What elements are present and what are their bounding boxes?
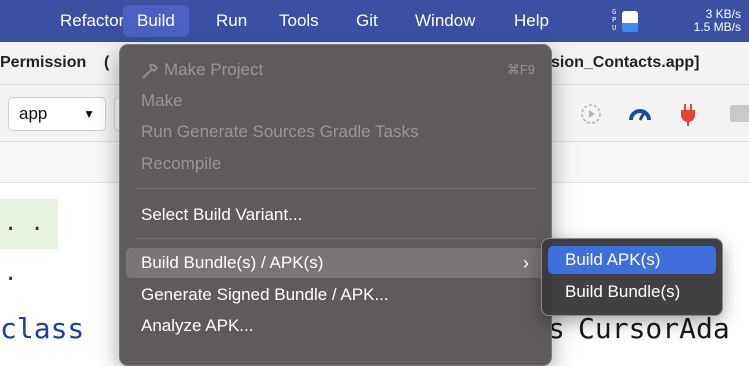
stop-icon[interactable] [730,97,749,129]
menu-refactor[interactable]: Refactor [60,0,124,42]
stop-icon-square [730,105,749,122]
menu-item-make[interactable]: Make [126,86,545,116]
hammer-icon [141,55,159,85]
menu-item-label: Select Build Variant... [141,205,303,224]
run-config-value: app [19,104,48,123]
window-title-left: Permission [0,54,87,71]
menu-item-select-build-variant[interactable]: Select Build Variant... [126,200,545,230]
run-config-selector[interactable]: app ▼ [8,97,106,131]
menu-separator [135,238,536,239]
apply-changes-icon[interactable] [674,97,702,129]
menu-item-label: Build Bundle(s) / APK(s) [141,253,324,272]
gpu-usage-fill [622,22,638,32]
menu-help[interactable]: Help [514,0,549,42]
menu-item-label: Recompile [141,154,222,173]
profiler-icon-svg [629,109,651,121]
debug-attach-icon[interactable] [577,97,605,129]
plug-icon-svg [681,104,695,127]
submenu-item-build-bundles[interactable]: Build Bundle(s) [548,278,716,306]
menu-item-label: Make Project [164,60,264,79]
window-title-right: sion_Contacts.app] [551,54,700,71]
window-title-left-cut: ( [104,54,110,71]
submenu-item-label: Build Bundle(s) [565,282,681,301]
chevron-right-icon: › [523,253,529,273]
gpu-meter-label: GPU [612,8,617,32]
submenu-item-build-apks[interactable]: Build APK(s) [548,246,716,274]
menu-build[interactable]: Build [123,5,189,37]
build-menu: Make Project ⌘F9 Make Run Generate Sourc… [119,44,552,366]
code-keyword: class [0,312,85,345]
menu-separator [135,188,536,189]
menu-item-run-generate-sources[interactable]: Run Generate Sources Gradle Tasks [126,117,545,147]
menu-item-shortcut: ⌘F9 [506,62,535,77]
menu-item-recompile[interactable]: Recompile [126,149,545,179]
menu-item-generate-signed-bundle[interactable]: Generate Signed Bundle / APK... [126,280,545,310]
net-down: 1.5 MB/s [693,20,741,34]
menu-git[interactable]: Git [356,0,378,42]
menu-item-analyze-apk[interactable]: Analyze APK... [126,311,545,341]
mac-menu-bar: Refactor Build Run Tools Git Window Help… [0,0,749,42]
menu-item-build-bundles-apks[interactable]: Build Bundle(s) / APK(s) › [126,248,545,278]
folded-code[interactable]: . . . [0,199,58,286]
menu-item-label: Generate Signed Bundle / APK... [141,285,389,304]
menu-item-label: Make [141,91,183,110]
menu-window[interactable]: Window [415,0,475,42]
profiler-icon[interactable] [626,97,654,129]
build-bundles-apks-submenu: Build APK(s) Build Bundle(s) [541,238,723,316]
menu-item-make-project[interactable]: Make Project ⌘F9 [126,55,545,85]
network-speed[interactable]: 3 KB/s 1.5 MB/s [694,8,741,34]
menu-item-label: Analyze APK... [141,316,254,335]
menu-run[interactable]: Run [216,0,247,42]
menu-item-label: Run Generate Sources Gradle Tasks [141,122,419,141]
debug-attach-icon-svg [581,104,601,125]
hammer-icon-svg [142,63,159,79]
gpu-usage-bar [622,11,638,32]
dropdown-arrow-icon: ▼ [83,107,95,121]
submenu-item-label: Build APK(s) [565,250,661,269]
menu-tools[interactable]: Tools [279,0,319,42]
gpu-meter[interactable]: GPU [612,8,642,34]
